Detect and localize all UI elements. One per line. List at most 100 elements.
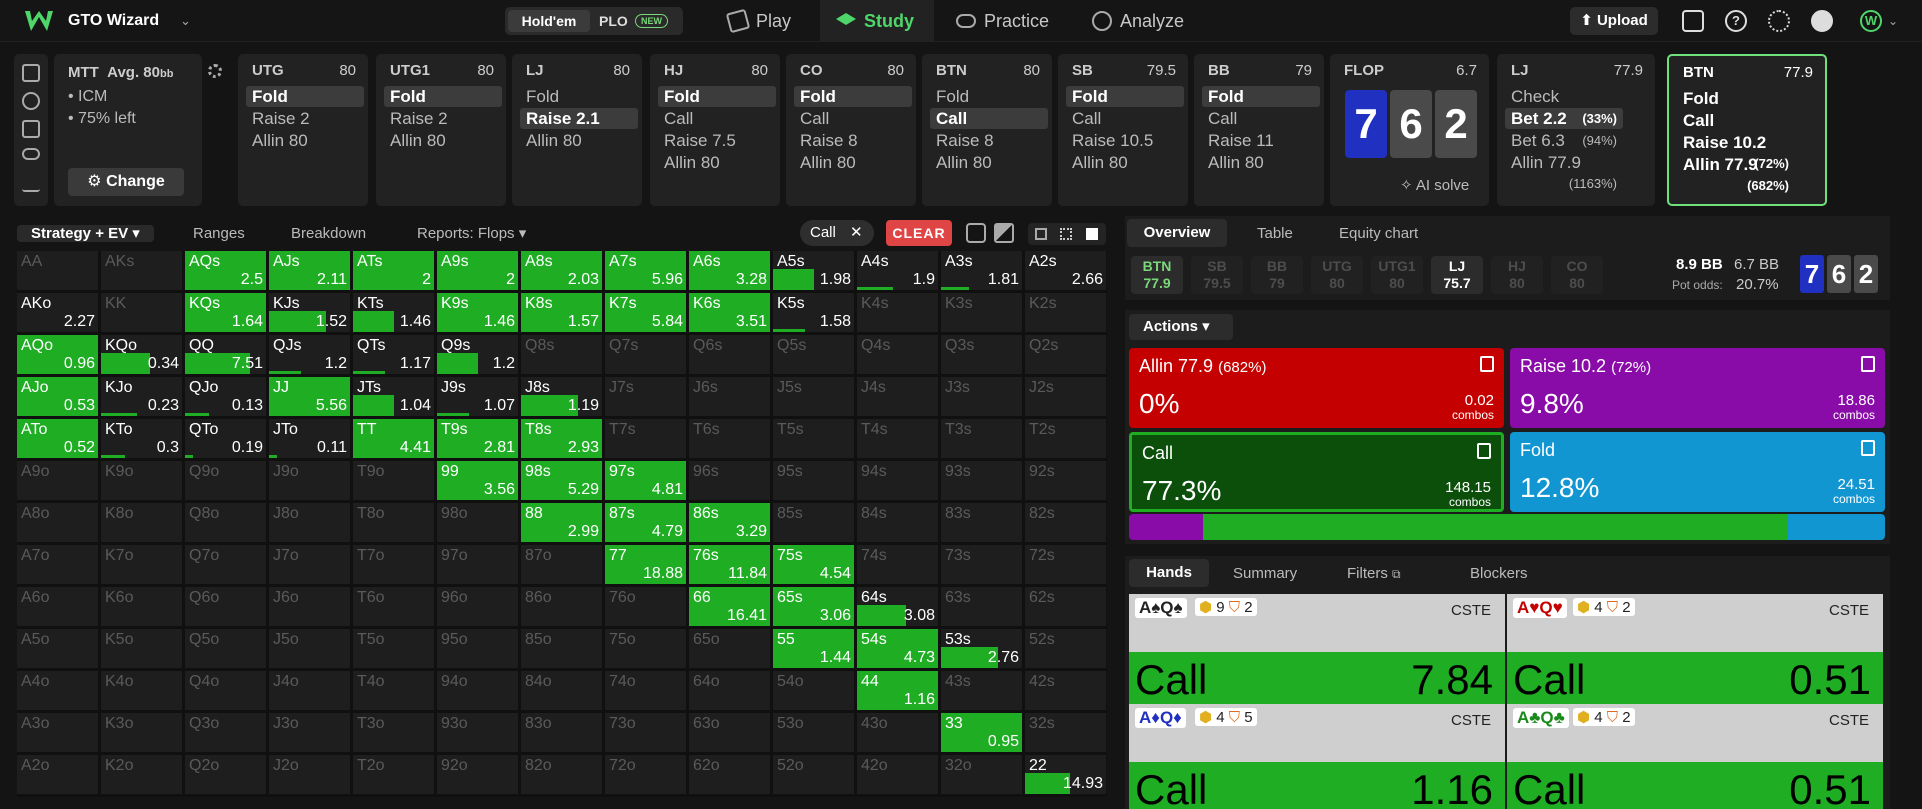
position-chip-utg1[interactable]: UTG1 80: [1371, 256, 1423, 294]
hand-cell[interactable]: K4s: [857, 293, 938, 332]
clear-button[interactable]: CLEAR: [886, 220, 952, 246]
hand-cell[interactable]: JJ 5.56: [269, 377, 350, 416]
action-option[interactable]: Allin 80: [246, 130, 364, 151]
chevron-down-icon[interactable]: ⌄: [180, 13, 191, 29]
tab-overview[interactable]: Overview: [1127, 219, 1227, 247]
hand-cell[interactable]: A4s 1.9: [857, 251, 938, 290]
hand-cell[interactable]: KJo 0.23: [101, 377, 182, 416]
hand-cell[interactable]: J9o: [269, 461, 350, 500]
hand-cell[interactable]: 52s: [1025, 629, 1106, 668]
hand-cell[interactable]: 76s 11.84: [689, 545, 770, 584]
chevron-down-icon[interactable]: ⌄: [1888, 14, 1898, 28]
tab-equity-chart[interactable]: Equity chart: [1339, 225, 1418, 242]
action-option[interactable]: Call: [1202, 108, 1320, 129]
hand-cell[interactable]: 94s: [857, 461, 938, 500]
hand-cell[interactable]: 72s: [1025, 545, 1106, 584]
hand-cell[interactable]: 43o: [857, 713, 938, 752]
hand-cell[interactable]: 88 2.99: [521, 503, 602, 542]
hand-cell[interactable]: J4s: [857, 377, 938, 416]
filter-chip[interactable]: Call ✕: [800, 220, 874, 246]
hand-cell[interactable]: 52o: [773, 755, 854, 794]
hand-cell[interactable]: 96o: [437, 587, 518, 626]
position-chip-sb[interactable]: SB 79.5: [1191, 256, 1243, 294]
app-name[interactable]: GTO Wizard: [68, 12, 159, 30]
action-option[interactable]: Fold: [794, 86, 912, 107]
hand-cell[interactable]: AKs: [101, 251, 182, 290]
hand-cell[interactable]: 94o: [437, 671, 518, 710]
actions-dropdown[interactable]: Actions ▾: [1129, 314, 1233, 340]
hand-cell[interactable]: AJo 0.53: [17, 377, 98, 416]
hand-cell[interactable]: ATo 0.52: [17, 419, 98, 458]
hand-cell[interactable]: 82o: [521, 755, 602, 794]
hand-cell[interactable]: K5o: [101, 629, 182, 668]
action-option[interactable]: Fold: [1677, 88, 1795, 109]
hand-cell[interactable]: Q9o: [185, 461, 266, 500]
action-option[interactable]: Fold: [246, 86, 364, 107]
hand-cell[interactable]: A7s 5.96: [605, 251, 686, 290]
hand-cell[interactable]: A9s 2: [437, 251, 518, 290]
tab-strategy-ev[interactable]: Strategy + EV ▾: [17, 225, 154, 242]
hand-cell[interactable]: 44 1.16: [857, 671, 938, 710]
hand-cell[interactable]: 82s: [1025, 503, 1106, 542]
tab-hands[interactable]: Hands: [1129, 559, 1209, 587]
action-option[interactable]: Allin 80: [658, 152, 776, 173]
help-icon[interactable]: ?: [1725, 10, 1747, 32]
hand-cell[interactable]: A9o: [17, 461, 98, 500]
nav-analyze[interactable]: Analyze: [1092, 0, 1202, 42]
nav-study[interactable]: Study: [820, 0, 934, 42]
action-option[interactable]: Fold: [1202, 86, 1320, 107]
hand-cell[interactable]: 65o: [689, 629, 770, 668]
hand-cell[interactable]: KK: [101, 293, 182, 332]
hand-cell[interactable]: J8s 1.19: [521, 377, 602, 416]
action-option[interactable]: Allin 77.9 (1163%): [1505, 152, 1623, 191]
hand-card[interactable]: A♦Q♦ ⬢ 4 ⛉ 5 CSTE Call 1.16: [1129, 704, 1505, 809]
hand-cell[interactable]: 73s: [941, 545, 1022, 584]
action-option[interactable]: Allin 80: [384, 130, 502, 151]
hand-cell[interactable]: A5s 1.98: [773, 251, 854, 290]
action-option[interactable]: Fold: [384, 86, 502, 107]
hand-cell[interactable]: K6o: [101, 587, 182, 626]
hand-cell[interactable]: K9s 1.46: [437, 293, 518, 332]
hand-cell[interactable]: 42o: [857, 755, 938, 794]
hand-cell[interactable]: K5s 1.58: [773, 293, 854, 332]
hand-cell[interactable]: 84o: [521, 671, 602, 710]
hand-cell[interactable]: ATs 2: [353, 251, 434, 290]
hand-cell[interactable]: T3o: [353, 713, 434, 752]
hand-cell[interactable]: KJs 1.52: [269, 293, 350, 332]
hand-cell[interactable]: J6s: [689, 377, 770, 416]
hand-cell[interactable]: A2s 2.66: [1025, 251, 1106, 290]
hand-cell[interactable]: A7o: [17, 545, 98, 584]
action-option[interactable]: Raise 11: [1202, 130, 1320, 151]
action-option[interactable]: Call: [1677, 110, 1795, 131]
action-option[interactable]: Allin 80: [520, 130, 638, 151]
hand-cell[interactable]: 83o: [521, 713, 602, 752]
position-chip-hj[interactable]: HJ 80: [1491, 256, 1543, 294]
action-option[interactable]: Allin 80: [930, 152, 1048, 173]
hand-cell[interactable]: T4s: [857, 419, 938, 458]
hand-cell[interactable]: J5s: [773, 377, 854, 416]
notes-icon[interactable]: [1477, 443, 1491, 459]
hand-cell[interactable]: 87s 4.79: [605, 503, 686, 542]
action-option[interactable]: Allin 80: [1202, 152, 1320, 173]
hand-cell[interactable]: KTo 0.3: [101, 419, 182, 458]
hand-cell[interactable]: Q4o: [185, 671, 266, 710]
hand-cell[interactable]: 85s: [773, 503, 854, 542]
hand-cell[interactable]: 72o: [605, 755, 686, 794]
action-option[interactable]: Raise 7.5: [658, 130, 776, 151]
hand-cell[interactable]: Q8s: [521, 335, 602, 374]
hand-cell[interactable]: T4o: [353, 671, 434, 710]
hand-cell[interactable]: QJo 0.13: [185, 377, 266, 416]
history-icon[interactable]: [22, 92, 40, 110]
hand-cell[interactable]: K7o: [101, 545, 182, 584]
hand-cell[interactable]: 93s: [941, 461, 1022, 500]
hand-cell[interactable]: AJs 2.11: [269, 251, 350, 290]
tab-breakdown[interactable]: Breakdown: [291, 220, 366, 248]
hand-cell[interactable]: T3s: [941, 419, 1022, 458]
hand-cell[interactable]: A4o: [17, 671, 98, 710]
hand-cell[interactable]: Q8o: [185, 503, 266, 542]
action-option[interactable]: Fold: [520, 86, 638, 107]
action-option[interactable]: Raise 2: [384, 108, 502, 129]
hand-cell[interactable]: T6o: [353, 587, 434, 626]
hand-cell[interactable]: 73o: [605, 713, 686, 752]
hand-cell[interactable]: A5o: [17, 629, 98, 668]
